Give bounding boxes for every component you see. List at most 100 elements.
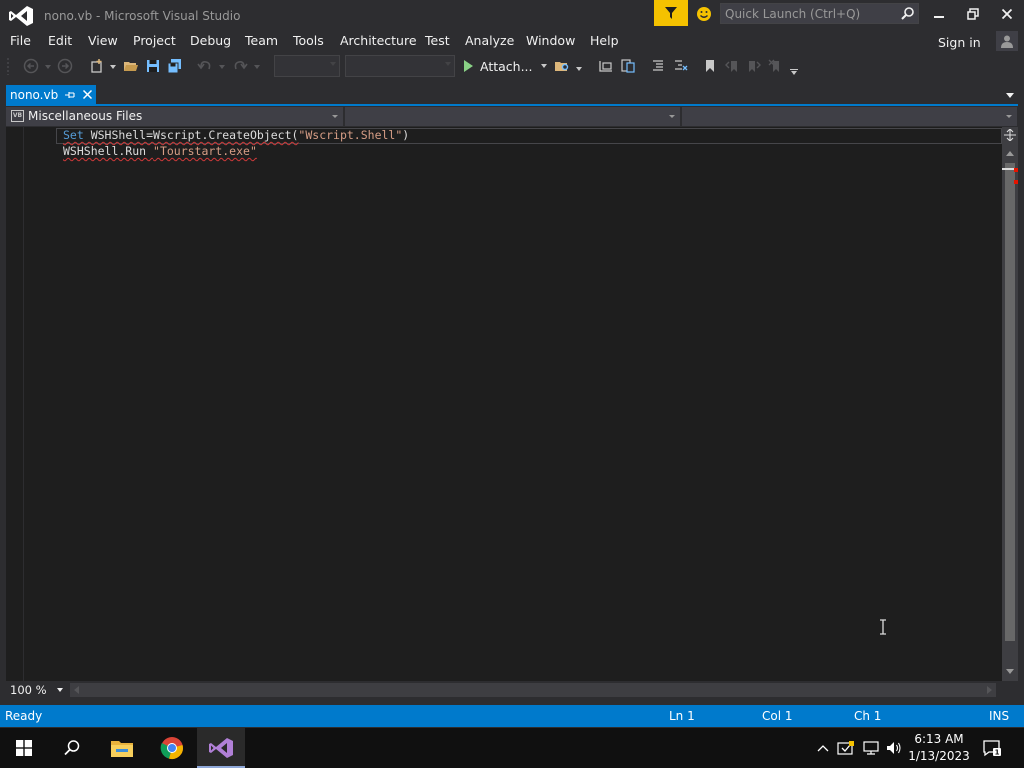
solution-configurations-combo[interactable] <box>274 55 340 77</box>
undo-icon <box>197 61 211 70</box>
network-button[interactable] <box>861 738 881 758</box>
class-view-button[interactable] <box>619 57 637 75</box>
new-project-dropdown-arrow[interactable] <box>110 65 116 69</box>
file-explorer-button[interactable] <box>98 728 146 768</box>
scroll-thumb[interactable] <box>1005 163 1015 641</box>
new-project-button[interactable] <box>88 57 106 75</box>
scroll-up-arrow[interactable] <box>1006 151 1014 156</box>
tab-nono-vb[interactable]: nono.vb <box>6 85 96 105</box>
error-marker[interactable] <box>1014 180 1018 184</box>
close-tab-icon[interactable] <box>82 89 93 100</box>
code-line-1[interactable]: Set WSHShell=Wscript.CreateObject("Wscri… <box>63 128 409 142</box>
toolbar-overflow-arrow[interactable] <box>791 71 797 75</box>
zoom-level[interactable]: 100 % <box>10 683 47 697</box>
tray-app-button[interactable] <box>836 738 856 758</box>
visual-studio-icon <box>209 738 233 758</box>
indent-lines-icon <box>599 61 612 72</box>
bookmark-icon <box>706 60 714 72</box>
vb-file-icon: VB <box>11 110 24 122</box>
types-combo[interactable] <box>345 107 681 126</box>
navigate-forward-button[interactable] <box>56 57 74 75</box>
menu-help[interactable]: Help <box>590 33 619 48</box>
redo-button[interactable] <box>231 57 249 75</box>
notifications-flag-button[interactable] <box>654 0 688 26</box>
show-hidden-icons-button[interactable] <box>813 738 833 758</box>
attach-dropdown-arrow[interactable] <box>540 64 547 68</box>
previous-bookmark-button[interactable] <box>723 57 741 75</box>
save-icon <box>147 60 159 72</box>
save-all-button[interactable] <box>166 57 184 75</box>
split-window-icon[interactable] <box>1004 129 1016 141</box>
scroll-left-arrow[interactable] <box>74 686 79 694</box>
find-dropdown-arrow[interactable] <box>576 67 582 71</box>
system-clock[interactable]: 6:13 AM 1/13/2023 <box>906 731 972 765</box>
account-button[interactable] <box>996 31 1018 51</box>
menu-analyze[interactable]: Analyze <box>465 33 514 48</box>
pin-icon[interactable] <box>64 89 76 101</box>
scroll-right-arrow[interactable] <box>987 686 992 694</box>
project-combo[interactable]: VB Miscellaneous Files <box>6 107 344 126</box>
toolbar-overflow-button[interactable] <box>790 69 798 70</box>
send-feedback-button[interactable] <box>694 4 714 24</box>
redo-dropdown-arrow[interactable] <box>254 65 260 69</box>
code-line-2[interactable]: WSHShell.Run "Tourstart.exe" <box>63 144 257 158</box>
comment-lines-button[interactable] <box>649 57 667 75</box>
menu-test[interactable]: Test <box>425 33 450 48</box>
scroll-down-arrow[interactable] <box>1006 669 1014 674</box>
action-center-button[interactable]: 1 <box>982 738 1002 758</box>
menu-team[interactable]: Team <box>245 33 278 48</box>
menu-project[interactable]: Project <box>133 33 176 48</box>
tab-overflow-chevron-down-icon[interactable] <box>1006 93 1014 98</box>
menu-view[interactable]: View <box>88 33 118 48</box>
find-in-files-button[interactable] <box>553 57 571 75</box>
search-icon[interactable] <box>900 6 915 21</box>
navigate-back-button[interactable] <box>22 57 40 75</box>
minimize-icon <box>934 16 944 18</box>
menu-edit[interactable]: Edit <box>48 33 72 48</box>
menu-debug[interactable]: Debug <box>190 33 231 48</box>
close-window-button[interactable] <box>992 3 1022 25</box>
menu-file[interactable]: File <box>10 33 31 48</box>
editor-gutter[interactable] <box>6 127 24 681</box>
caret-position-marker <box>1002 168 1014 170</box>
toolbar-grip[interactable] <box>6 57 10 75</box>
filter-flag-icon <box>665 7 677 19</box>
menu-window[interactable]: Window <box>526 33 575 48</box>
step-into-specific-button[interactable] <box>597 57 615 75</box>
quick-launch-box[interactable] <box>720 3 919 24</box>
chrome-button[interactable] <box>148 728 196 768</box>
speaker-icon <box>887 742 901 754</box>
back-dropdown-arrow[interactable] <box>45 65 51 69</box>
clear-bookmarks-button[interactable] <box>767 57 785 75</box>
document-tab-strip: nono.vb <box>0 85 1024 105</box>
menu-architecture[interactable]: Architecture <box>340 33 417 48</box>
visual-studio-taskbar-button[interactable] <box>197 728 245 768</box>
open-file-button[interactable] <box>122 57 140 75</box>
vertical-scrollbar[interactable] <box>1002 127 1018 681</box>
uncomment-lines-button[interactable] <box>671 57 689 75</box>
menu-tools[interactable]: Tools <box>293 33 324 48</box>
undo-dropdown-arrow[interactable] <box>219 65 225 69</box>
zoom-dropdown-arrow[interactable] <box>57 688 63 692</box>
next-bookmark-button[interactable] <box>745 57 763 75</box>
start-button[interactable] <box>0 728 48 768</box>
sign-in-link[interactable]: Sign in <box>938 35 981 50</box>
undo-button[interactable] <box>196 57 214 75</box>
save-button[interactable] <box>144 57 162 75</box>
quick-launch-input[interactable] <box>721 4 901 23</box>
clock-date: 1/13/2023 <box>908 749 970 763</box>
horizontal-scrollbar[interactable] <box>70 683 996 697</box>
search-icon <box>64 740 80 756</box>
attach-button[interactable]: Attach... <box>462 55 547 77</box>
code-editor[interactable]: Set WSHShell=Wscript.CreateObject("Wscri… <box>6 127 1002 681</box>
standard-toolbar: Attach... <box>0 53 1024 79</box>
members-combo[interactable] <box>682 107 1018 126</box>
solution-platforms-combo[interactable] <box>345 55 455 77</box>
toggle-bookmark-button[interactable] <box>701 57 719 75</box>
file-explorer-folder-icon <box>111 741 133 757</box>
search-taskbar-button[interactable] <box>48 728 96 768</box>
volume-button[interactable] <box>884 738 904 758</box>
error-marker[interactable] <box>1014 168 1018 172</box>
restore-button[interactable] <box>958 3 988 25</box>
minimize-button[interactable] <box>924 3 954 25</box>
